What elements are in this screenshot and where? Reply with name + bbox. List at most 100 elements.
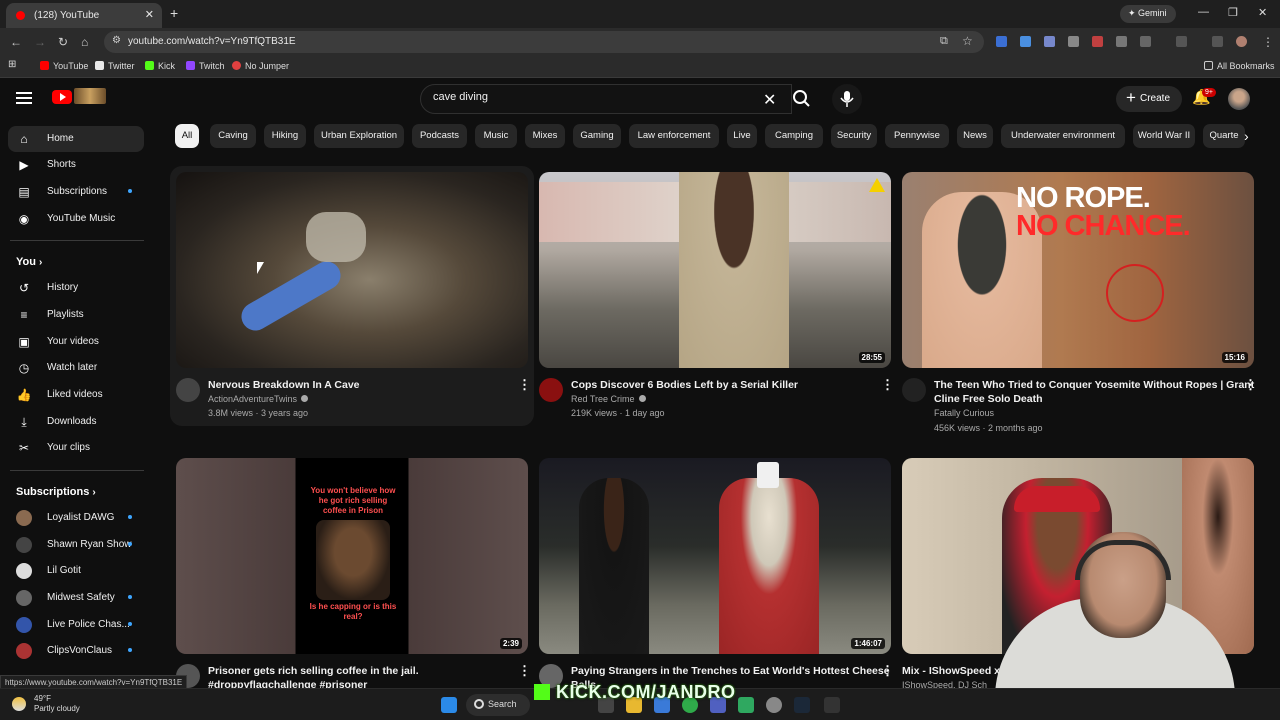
chip[interactable]: Law enforcement <box>629 124 719 148</box>
sidebar-item-your-videos[interactable]: ▣ Your videos <box>8 329 144 355</box>
clear-search-icon[interactable]: ✕ <box>763 90 776 110</box>
chip[interactable]: Music <box>475 124 517 148</box>
chip[interactable]: Caving <box>210 124 256 148</box>
bookmark-twitch[interactable]: Twitch <box>186 61 225 71</box>
sidebar-item-watch-later[interactable]: ◷ Watch later <box>8 355 144 381</box>
gemini-button[interactable]: ✦ Gemini <box>1120 5 1176 23</box>
forward-icon[interactable]: → <box>34 35 46 49</box>
more-options-icon[interactable]: ⋮ <box>881 663 894 679</box>
video-title[interactable]: Prisoner gets rich selling coffee in the… <box>208 664 419 678</box>
chip[interactable]: World War II <box>1133 124 1195 148</box>
chip[interactable]: Camping <box>765 124 823 148</box>
sidepanel-icon[interactable] <box>1176 36 1187 47</box>
video-thumbnail[interactable]: 28:55 <box>539 172 891 368</box>
sidebar-item-home[interactable]: ⌂ Home <box>8 126 144 152</box>
reload-icon[interactable]: ↻ <box>58 35 68 49</box>
obs-icon[interactable] <box>766 697 782 713</box>
sidebar-item-your-clips[interactable]: ✂ Your clips <box>8 435 144 461</box>
back-icon[interactable]: ← <box>10 35 22 49</box>
taskbar-app-icon[interactable] <box>738 697 754 713</box>
more-options-icon[interactable]: ⋮ <box>1244 377 1257 393</box>
channel-avatar[interactable] <box>902 378 926 402</box>
youtube-logo-icon[interactable] <box>52 90 72 104</box>
channel-name[interactable]: ActionAdventureTwins <box>208 394 309 404</box>
subscription-item[interactable]: Live Police Chas... <box>8 612 144 638</box>
subscription-item[interactable]: Loyalist DAWG <box>8 505 144 531</box>
channel-avatar[interactable] <box>539 378 563 402</box>
video-thumbnail[interactable] <box>176 172 528 368</box>
subscription-item[interactable]: Midwest Safety <box>8 585 144 611</box>
subscription-item[interactable]: Shawn Ryan Show <box>8 532 144 558</box>
close-window-icon[interactable]: ✕ <box>1258 6 1267 19</box>
more-options-icon[interactable]: ⋮ <box>881 377 894 393</box>
create-button[interactable]: Create <box>1116 86 1182 112</box>
start-menu-icon[interactable] <box>441 697 457 713</box>
browser-tab[interactable]: (128) YouTube ✕ <box>6 3 162 28</box>
browser-menu-icon[interactable]: ⋮ <box>1262 35 1274 49</box>
chevron-right-icon[interactable]: › <box>1244 128 1249 144</box>
channel-name[interactable]: Red Tree Crime <box>571 394 646 404</box>
apps-icon[interactable]: ⊞ <box>8 59 16 70</box>
sidebar-item-subscriptions[interactable]: ▤ Subscriptions <box>8 179 144 205</box>
video-thumbnail[interactable]: NO ROPE. NO CHANCE. 15:16 <box>902 172 1254 368</box>
youtube-doodle-logo[interactable] <box>74 88 106 104</box>
extension-icon[interactable] <box>1020 36 1031 47</box>
close-tab-icon[interactable]: ✕ <box>145 8 154 21</box>
bookmark-youtube[interactable]: YouTube <box>40 61 88 71</box>
sidebar-item-downloads[interactable]: ⤓ Downloads <box>8 409 144 435</box>
profile-icon[interactable] <box>1236 36 1247 47</box>
extension-icon[interactable] <box>1092 36 1103 47</box>
chip[interactable]: Hiking <box>264 124 306 148</box>
extension-icon[interactable] <box>996 36 1007 47</box>
more-options-icon[interactable]: ⋮ <box>518 377 531 393</box>
search-input[interactable] <box>433 91 753 103</box>
chip[interactable]: Security <box>831 124 877 148</box>
chip[interactable]: Underwater environment <box>1001 124 1125 148</box>
chip[interactable]: Gaming <box>573 124 621 148</box>
all-bookmarks[interactable]: All Bookmarks <box>1204 61 1275 71</box>
channel-name[interactable]: Fatally Curious <box>934 408 994 418</box>
sidebar-item-history[interactable]: ↺ History <box>8 275 144 301</box>
video-title[interactable]: Nervous Breakdown In A Cave <box>208 378 360 392</box>
steam-icon[interactable] <box>794 697 810 713</box>
install-icon[interactable]: ⧉ <box>940 35 948 48</box>
subscription-item[interactable]: Lil Gotit <box>8 558 144 584</box>
video-title[interactable]: The Teen Who Tried to Conquer Yosemite W… <box>934 378 1254 392</box>
bookmark-kick[interactable]: Kick <box>145 61 175 71</box>
sidebar-item-shorts[interactable]: ▶ Shorts <box>8 152 144 178</box>
video-title-line2[interactable]: Cline Free Solo Death <box>934 392 1043 406</box>
chip[interactable]: Mixes <box>525 124 565 148</box>
sidebar-item-playlists[interactable]: ≡ Playlists <box>8 302 144 328</box>
subscriptions-section-header[interactable]: Subscriptions › <box>16 486 96 498</box>
hamburger-menu-icon[interactable] <box>16 92 32 104</box>
home-browser-icon[interactable]: ⌂ <box>81 35 88 49</box>
video-thumbnail[interactable]: 1:46:07 <box>539 458 891 654</box>
bookmark-twitter[interactable]: Twitter <box>95 61 135 71</box>
chip[interactable]: Quarte <box>1203 124 1245 148</box>
extension-icon[interactable] <box>1044 36 1055 47</box>
chip[interactable]: Urban Exploration <box>314 124 404 148</box>
menu-list-icon[interactable] <box>1212 36 1223 47</box>
extension-icon[interactable] <box>1068 36 1079 47</box>
extensions-puzzle-icon[interactable] <box>1140 36 1151 47</box>
new-tab-button[interactable]: + <box>170 5 178 21</box>
site-info-icon[interactable]: ⚙ <box>112 35 121 46</box>
subscription-item[interactable]: ClipsVonClaus <box>8 638 144 664</box>
bookmark-star-icon[interactable]: ☆ <box>962 34 973 48</box>
channel-avatar[interactable] <box>176 378 200 402</box>
chip[interactable]: Pennywise <box>885 124 949 148</box>
video-title[interactable]: Cops Discover 6 Bodies Left by a Serial … <box>571 378 798 392</box>
chip-all[interactable]: All <box>175 124 199 148</box>
sidebar-item-liked-videos[interactable]: 👍 Liked videos <box>8 382 144 408</box>
sidebar-item-youtube-music[interactable]: ◉ YouTube Music <box>8 206 144 232</box>
chip[interactable]: News <box>957 124 993 148</box>
video-thumbnail[interactable]: You won't believe how he got rich sellin… <box>176 458 528 654</box>
taskbar-app-icon[interactable] <box>824 697 840 713</box>
video-title[interactable]: Paying Strangers in the Trenches to Eat … <box>571 664 890 678</box>
address-bar[interactable]: ⚙ youtube.com/watch?v=Yn9TfQTB31E ⧉ ☆ <box>104 31 984 53</box>
minimize-icon[interactable]: — <box>1198 6 1209 18</box>
chip[interactable]: Podcasts <box>412 124 467 148</box>
more-options-icon[interactable]: ⋮ <box>518 663 531 679</box>
you-section-header[interactable]: You › <box>16 256 42 268</box>
search-button[interactable] <box>786 84 818 114</box>
